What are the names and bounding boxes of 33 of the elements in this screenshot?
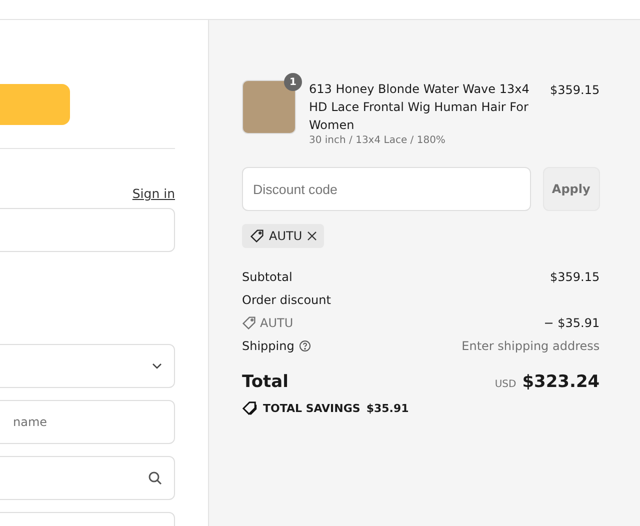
discount-code-field[interactable]: Discount code [242, 167, 531, 211]
sign-in-link[interactable]: Sign in [132, 186, 175, 204]
dropdown-field[interactable] [0, 344, 175, 388]
total-label: Total [242, 372, 288, 392]
email-field[interactable] [0, 208, 175, 252]
tag-icon [242, 316, 256, 330]
discount-code-label: AUTU [269, 229, 302, 243]
line-label: Order discount [242, 293, 331, 307]
chevron-down-icon [152, 363, 162, 369]
line-value: $359.15 [550, 270, 600, 284]
apply-button[interactable]: Apply [542, 167, 600, 211]
help-icon[interactable] [299, 340, 312, 352]
search-icon [148, 471, 162, 485]
discount-code-label: AUTU [260, 316, 294, 330]
line-value: Enter shipping address [462, 339, 600, 353]
line-label: Subtotal [242, 270, 292, 284]
product-variant: 30 inch / 13x4 Lace / 180% [309, 135, 446, 146]
close-icon[interactable] [307, 231, 318, 241]
tags-icon [242, 401, 257, 415]
line-label: Shipping [242, 339, 294, 353]
savings-amount: $35.91 [366, 402, 409, 414]
address-field[interactable] [0, 456, 175, 500]
savings-label: TOTAL SAVINGS [263, 402, 360, 414]
input-field[interactable]: name [0, 400, 175, 444]
field-placeholder: name [13, 415, 48, 429]
express-pay-button[interactable] [0, 84, 70, 125]
product-title: 613 Honey Blonde Water Wave 13x4 HD Lace Frontal Wig Human Hair For Women [309, 81, 530, 134]
currency-code: USD [494, 379, 516, 390]
total-amount: $323.24 [522, 372, 600, 392]
line-value: − $35.91 [544, 316, 600, 330]
tag-icon [250, 229, 264, 243]
product-price: $359.15 [550, 83, 600, 97]
quantity-badge: 1 [284, 73, 302, 91]
